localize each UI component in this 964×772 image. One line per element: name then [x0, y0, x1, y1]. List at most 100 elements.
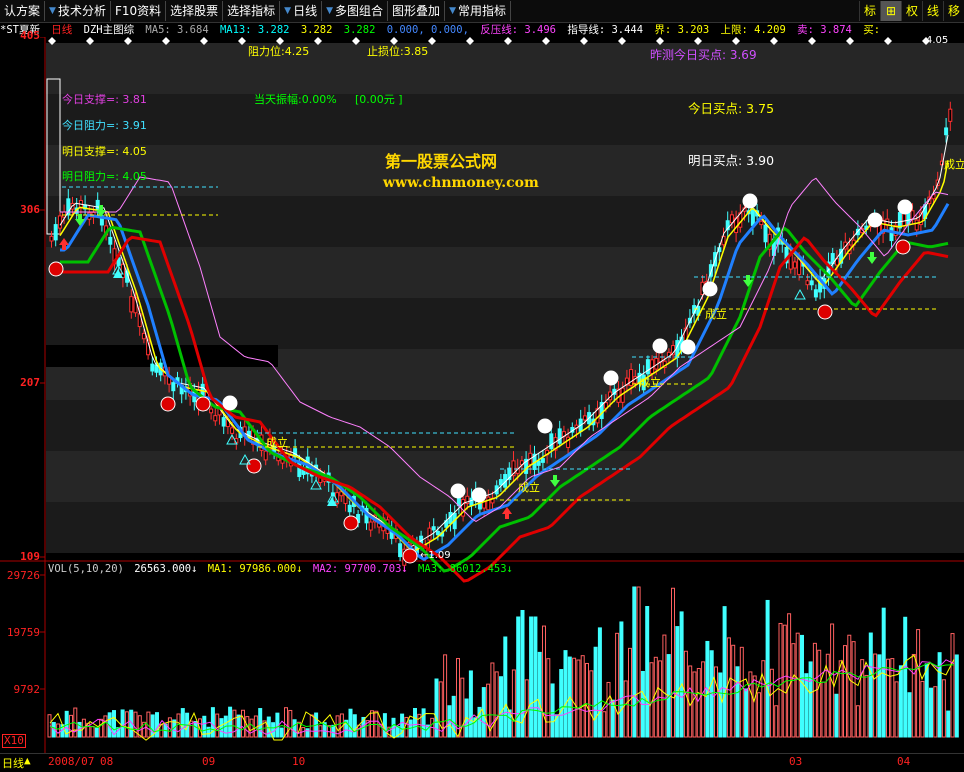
candle-body: [897, 212, 902, 229]
toolbar-button[interactable]: 认方案: [0, 1, 46, 21]
value-1: 3.282: [300, 24, 333, 36]
toolbar-button[interactable]: 选择指标: [223, 1, 281, 21]
volume-bar: [907, 692, 912, 738]
volume-bar: [215, 713, 220, 738]
established-marker: 成立: [944, 158, 964, 171]
crosshair-icon[interactable]: ⊞: [880, 1, 901, 21]
buy-value: 买:: [863, 24, 881, 36]
volume-bar: [946, 710, 951, 738]
candle-body: [150, 363, 155, 372]
volume-bar: [176, 713, 181, 738]
volume-bar: [791, 643, 796, 738]
today-support: 今日支撑=: 3.81: [62, 93, 147, 106]
volume-bar: [868, 632, 873, 738]
candle-body: [486, 496, 491, 511]
volume-bar: [533, 616, 538, 738]
dropdown-arrow-icon: ▼: [326, 6, 334, 16]
dropdown-arrow-icon: ▼: [284, 6, 292, 16]
volume-bar: [696, 668, 701, 738]
volume-bar: [752, 675, 757, 738]
volume-bar: [589, 670, 594, 738]
volume-bar: [769, 668, 774, 738]
candle-body: [129, 296, 134, 313]
volume-bar: [232, 709, 237, 738]
volume-info-line: VOL(5,10,20) 26563.000↓ MA1: 97986.000↓ …: [48, 563, 517, 575]
volume-bar: [576, 659, 581, 738]
candle-body: [49, 235, 54, 242]
dropdown-arrow-icon: ▼: [449, 6, 456, 16]
volume-bar: [520, 609, 525, 738]
candle-body: [902, 213, 907, 227]
rights-icon[interactable]: 权: [901, 1, 922, 21]
line-icon[interactable]: 线: [922, 1, 943, 21]
buy-smiley-icon: [680, 339, 696, 355]
volume-bar: [950, 633, 955, 738]
date-tick: 04: [897, 755, 911, 768]
volume-bar: [503, 636, 508, 738]
buy-smiley-icon: [702, 281, 718, 297]
volume-bar: [279, 727, 284, 738]
volume-bar: [929, 687, 933, 738]
candle-body: [213, 415, 218, 422]
volume-bar: [99, 718, 104, 738]
toolbar-button-label: 技术分析: [57, 4, 106, 18]
volume-bar: [795, 632, 800, 738]
toolbar-button[interactable]: ▼ 常用指标: [445, 1, 511, 21]
date-tick: 03: [789, 755, 803, 768]
mark-icon[interactable]: 标: [859, 1, 880, 21]
triangle-icon: ▲: [24, 754, 31, 767]
toolbar-button-label: 选择指标: [227, 4, 276, 18]
volume-bar: [744, 688, 749, 738]
volume-bar: [894, 681, 899, 738]
price-tick-109: 109: [20, 550, 40, 563]
candle-body: [431, 526, 436, 531]
period-indicator[interactable]: 日线: [2, 755, 24, 771]
volume-bar: [593, 646, 598, 738]
move-icon[interactable]: 移: [943, 1, 964, 21]
background-band: [46, 400, 964, 451]
volume-bar: [468, 670, 473, 738]
volume-bar: [94, 727, 99, 738]
volume-bar: [903, 616, 908, 738]
volume-bar: [761, 660, 766, 738]
volume-bar: [739, 646, 744, 738]
volume-bar: [933, 686, 938, 738]
volume-bar: [559, 669, 564, 738]
candle-body: [809, 280, 814, 286]
tomorrow-resist: 明日阻力=: 4.05: [62, 170, 147, 183]
volume-bar: [838, 660, 843, 738]
toolbar-button[interactable]: ▼ 技术分析: [45, 1, 111, 21]
established-marker: 成立: [639, 376, 661, 389]
volume-indicator-name: VOL(5,10,20): [48, 563, 124, 575]
volume-bar: [653, 656, 658, 738]
volume-bar: [804, 673, 809, 738]
volume-bar: [941, 679, 946, 738]
volume-bar: [597, 627, 602, 738]
candle-body: [750, 208, 755, 226]
toolbar-button-label: 日线: [293, 4, 318, 18]
watermark-title: 第一股票公式网: [385, 152, 498, 171]
volume-bar: [843, 645, 847, 738]
toolbar-button[interactable]: F10资料: [111, 1, 167, 21]
candle-body: [230, 427, 235, 434]
volume-bar: [864, 674, 869, 738]
volume-unit: X10: [2, 734, 26, 748]
day-amount: [0.00元 ]: [355, 93, 403, 106]
toolbar-button[interactable]: ▼ 日线: [280, 1, 323, 21]
volume-bar: [954, 654, 959, 738]
resist-position: 阻力位:4.25: [248, 45, 310, 58]
today-buy-point: 今日买点: 3.75: [688, 101, 775, 116]
candle-body: [398, 543, 403, 558]
toolbar-button[interactable]: 选择股票: [166, 1, 224, 21]
volume-bar: [258, 708, 263, 738]
volume-bar: [537, 651, 542, 738]
volume-tick-29726: 29726: [6, 569, 40, 582]
volume-bar: [572, 657, 577, 738]
candle-body: [141, 332, 146, 340]
volume-bar: [305, 728, 310, 738]
toolbar-button[interactable]: ▼ 多图组合: [322, 1, 389, 21]
price-tick-405: 405: [20, 29, 40, 42]
volume-bar: [718, 672, 723, 738]
toolbar-button[interactable]: 图形叠加: [388, 1, 446, 21]
volume-bar: [529, 616, 534, 738]
